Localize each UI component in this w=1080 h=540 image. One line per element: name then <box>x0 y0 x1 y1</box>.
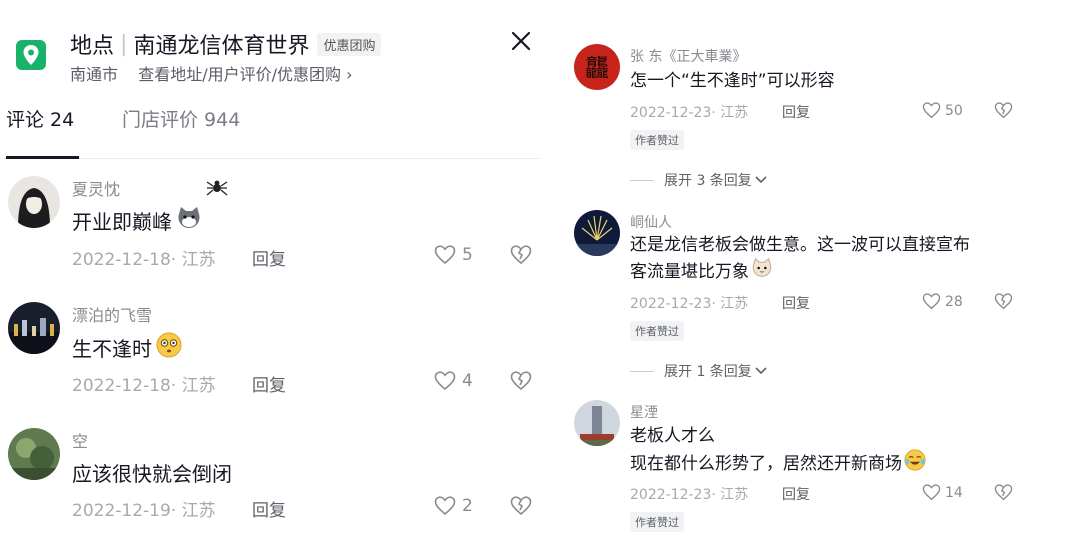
cat-emoji-icon <box>751 258 773 286</box>
city-name: 南通市 <box>70 65 119 84</box>
like-button[interactable]: 2 <box>434 496 473 516</box>
location-subtitle[interactable]: 南通市 查看地址/用户评价/优惠团购 › <box>70 61 353 85</box>
avatar[interactable]: 龘 <box>574 44 620 90</box>
author-liked-badge: 作者赞过 <box>630 512 684 532</box>
title-divider: | <box>120 31 128 57</box>
chevron-right-icon: › <box>346 65 353 84</box>
spider-emoji-icon <box>206 176 228 198</box>
like-button[interactable]: 4 <box>434 371 473 391</box>
avatar[interactable] <box>8 176 60 228</box>
commenter-name[interactable]: 星湮 <box>630 402 658 422</box>
commenter-name[interactable]: 夏灵忱 <box>72 176 120 200</box>
location-label: 地点 <box>70 34 115 59</box>
reply-button[interactable]: 回复 <box>782 102 810 122</box>
heart-icon <box>922 102 941 119</box>
heart-icon <box>434 245 456 265</box>
cat-emoji-icon <box>176 206 202 235</box>
author-liked-badge: 作者赞过 <box>630 130 684 150</box>
tab-store-reviews[interactable]: 门店评价 944 <box>122 105 240 132</box>
comment-text: 怎一个“生不逢时”可以形容 <box>630 71 835 91</box>
comment-text-body: 开业即巅峰 <box>72 210 172 234</box>
comment-date: 2022-12-18· 江苏 <box>72 376 216 396</box>
comment-date: 2022-12-23· 江苏 <box>630 105 749 121</box>
reply-button[interactable]: 回复 <box>782 484 810 504</box>
comment-text-body: 应该很快就会倒闭 <box>72 462 232 486</box>
like-count: 4 <box>462 371 473 391</box>
divider-line <box>630 179 654 181</box>
comment-text: 开业即巅峰 <box>72 206 202 235</box>
dazed-face-emoji-icon <box>156 332 182 363</box>
commenter-name[interactable]: 峒仙人 <box>630 212 672 232</box>
avatar[interactable] <box>8 302 60 354</box>
avatar[interactable] <box>8 428 60 480</box>
like-button[interactable]: 5 <box>434 245 473 265</box>
comment-date: 2022-12-19· 江苏 <box>72 501 216 521</box>
comments-panel-left: 地点 | 南通龙信体育世界 优惠团购 南通市 查看地址/用户评价/优惠团购 › … <box>0 0 540 540</box>
comment-text: 应该很快就会倒闭 <box>72 458 232 487</box>
tab-comments[interactable]: 评论 24 <box>6 105 74 132</box>
commenter-name[interactable]: 空 <box>72 428 88 452</box>
like-count: 2 <box>462 496 473 516</box>
tearful-laugh-emoji-icon <box>904 449 926 479</box>
active-tab-indicator <box>6 156 79 159</box>
svg-text:龘: 龘 <box>585 54 609 82</box>
like-count: 50 <box>945 102 963 119</box>
comments-panel-right: 龘 张 东《正大車業》 怎一个“生不逢时”可以形容 2022-12-23· 江苏… <box>540 0 1080 540</box>
commenter-name[interactable]: 张 东《正大車業》 <box>630 46 746 66</box>
chevron-down-icon <box>755 367 767 375</box>
comment-date: 2022-12-23· 江苏 <box>630 487 749 503</box>
comment-text-body: 生不逢时 <box>72 337 152 361</box>
broken-heart-icon[interactable] <box>510 371 532 395</box>
broken-heart-icon[interactable] <box>510 496 532 520</box>
chevron-down-icon <box>755 176 767 184</box>
comment-tabs: 评论 24 门店评价 944 <box>0 105 540 159</box>
broken-heart-icon[interactable] <box>994 102 1013 123</box>
avatar[interactable] <box>574 400 620 446</box>
expand-replies-button[interactable]: 展开 3 条回复 <box>630 170 768 190</box>
avatar[interactable] <box>574 210 620 256</box>
expand-replies-label: 展开 3 条回复 <box>664 173 752 189</box>
comment-text: 老板人才么 <box>630 426 715 446</box>
like-button[interactable]: 50 <box>922 102 963 119</box>
close-icon[interactable] <box>508 28 534 54</box>
comment-date: 2022-12-23· 江苏 <box>630 296 749 312</box>
reply-button[interactable]: 回复 <box>252 245 286 270</box>
like-button[interactable]: 14 <box>922 484 963 501</box>
comment-text: 还是龙信老板会做生意。这一波可以直接宣布 <box>630 235 970 255</box>
comment-text-line2: 客流量堪比万象 <box>630 258 773 286</box>
author-liked-badge: 作者赞过 <box>630 321 684 341</box>
like-button[interactable]: 28 <box>922 293 963 310</box>
heart-icon <box>922 293 941 310</box>
location-title[interactable]: 地点 | 南通龙信体育世界 优惠团购 <box>70 28 382 60</box>
location-links: 查看地址/用户评价/优惠团购 <box>138 65 341 84</box>
like-count: 5 <box>462 245 473 265</box>
like-count: 28 <box>945 293 963 310</box>
comment-text-body: 现在都什么形势了，居然还开新商场 <box>630 454 902 474</box>
broken-heart-icon[interactable] <box>510 245 532 269</box>
comment-text-body: 客流量堪比万象 <box>630 262 749 282</box>
like-count: 14 <box>945 484 963 501</box>
divider-line <box>630 370 654 372</box>
comment-date: 2022-12-18· 江苏 <box>72 250 216 270</box>
reply-button[interactable]: 回复 <box>252 371 286 396</box>
commenter-name[interactable]: 漂泊的飞雪 <box>72 302 152 326</box>
reply-button[interactable]: 回复 <box>252 496 286 521</box>
place-name: 南通龙信体育世界 <box>133 34 310 59</box>
expand-replies-label: 展开 1 条回复 <box>664 364 752 380</box>
deal-badge: 优惠团购 <box>317 32 382 56</box>
broken-heart-icon[interactable] <box>994 293 1013 314</box>
reply-button[interactable]: 回复 <box>782 293 810 313</box>
heart-icon <box>922 484 941 501</box>
comment-text: 生不逢时 <box>72 332 182 363</box>
location-pin-icon <box>16 40 46 70</box>
heart-icon <box>434 496 456 516</box>
broken-heart-icon[interactable] <box>994 484 1013 505</box>
heart-icon <box>434 371 456 391</box>
comment-text-line2: 现在都什么形势了，居然还开新商场 <box>630 449 926 479</box>
expand-replies-button[interactable]: 展开 1 条回复 <box>630 361 768 381</box>
